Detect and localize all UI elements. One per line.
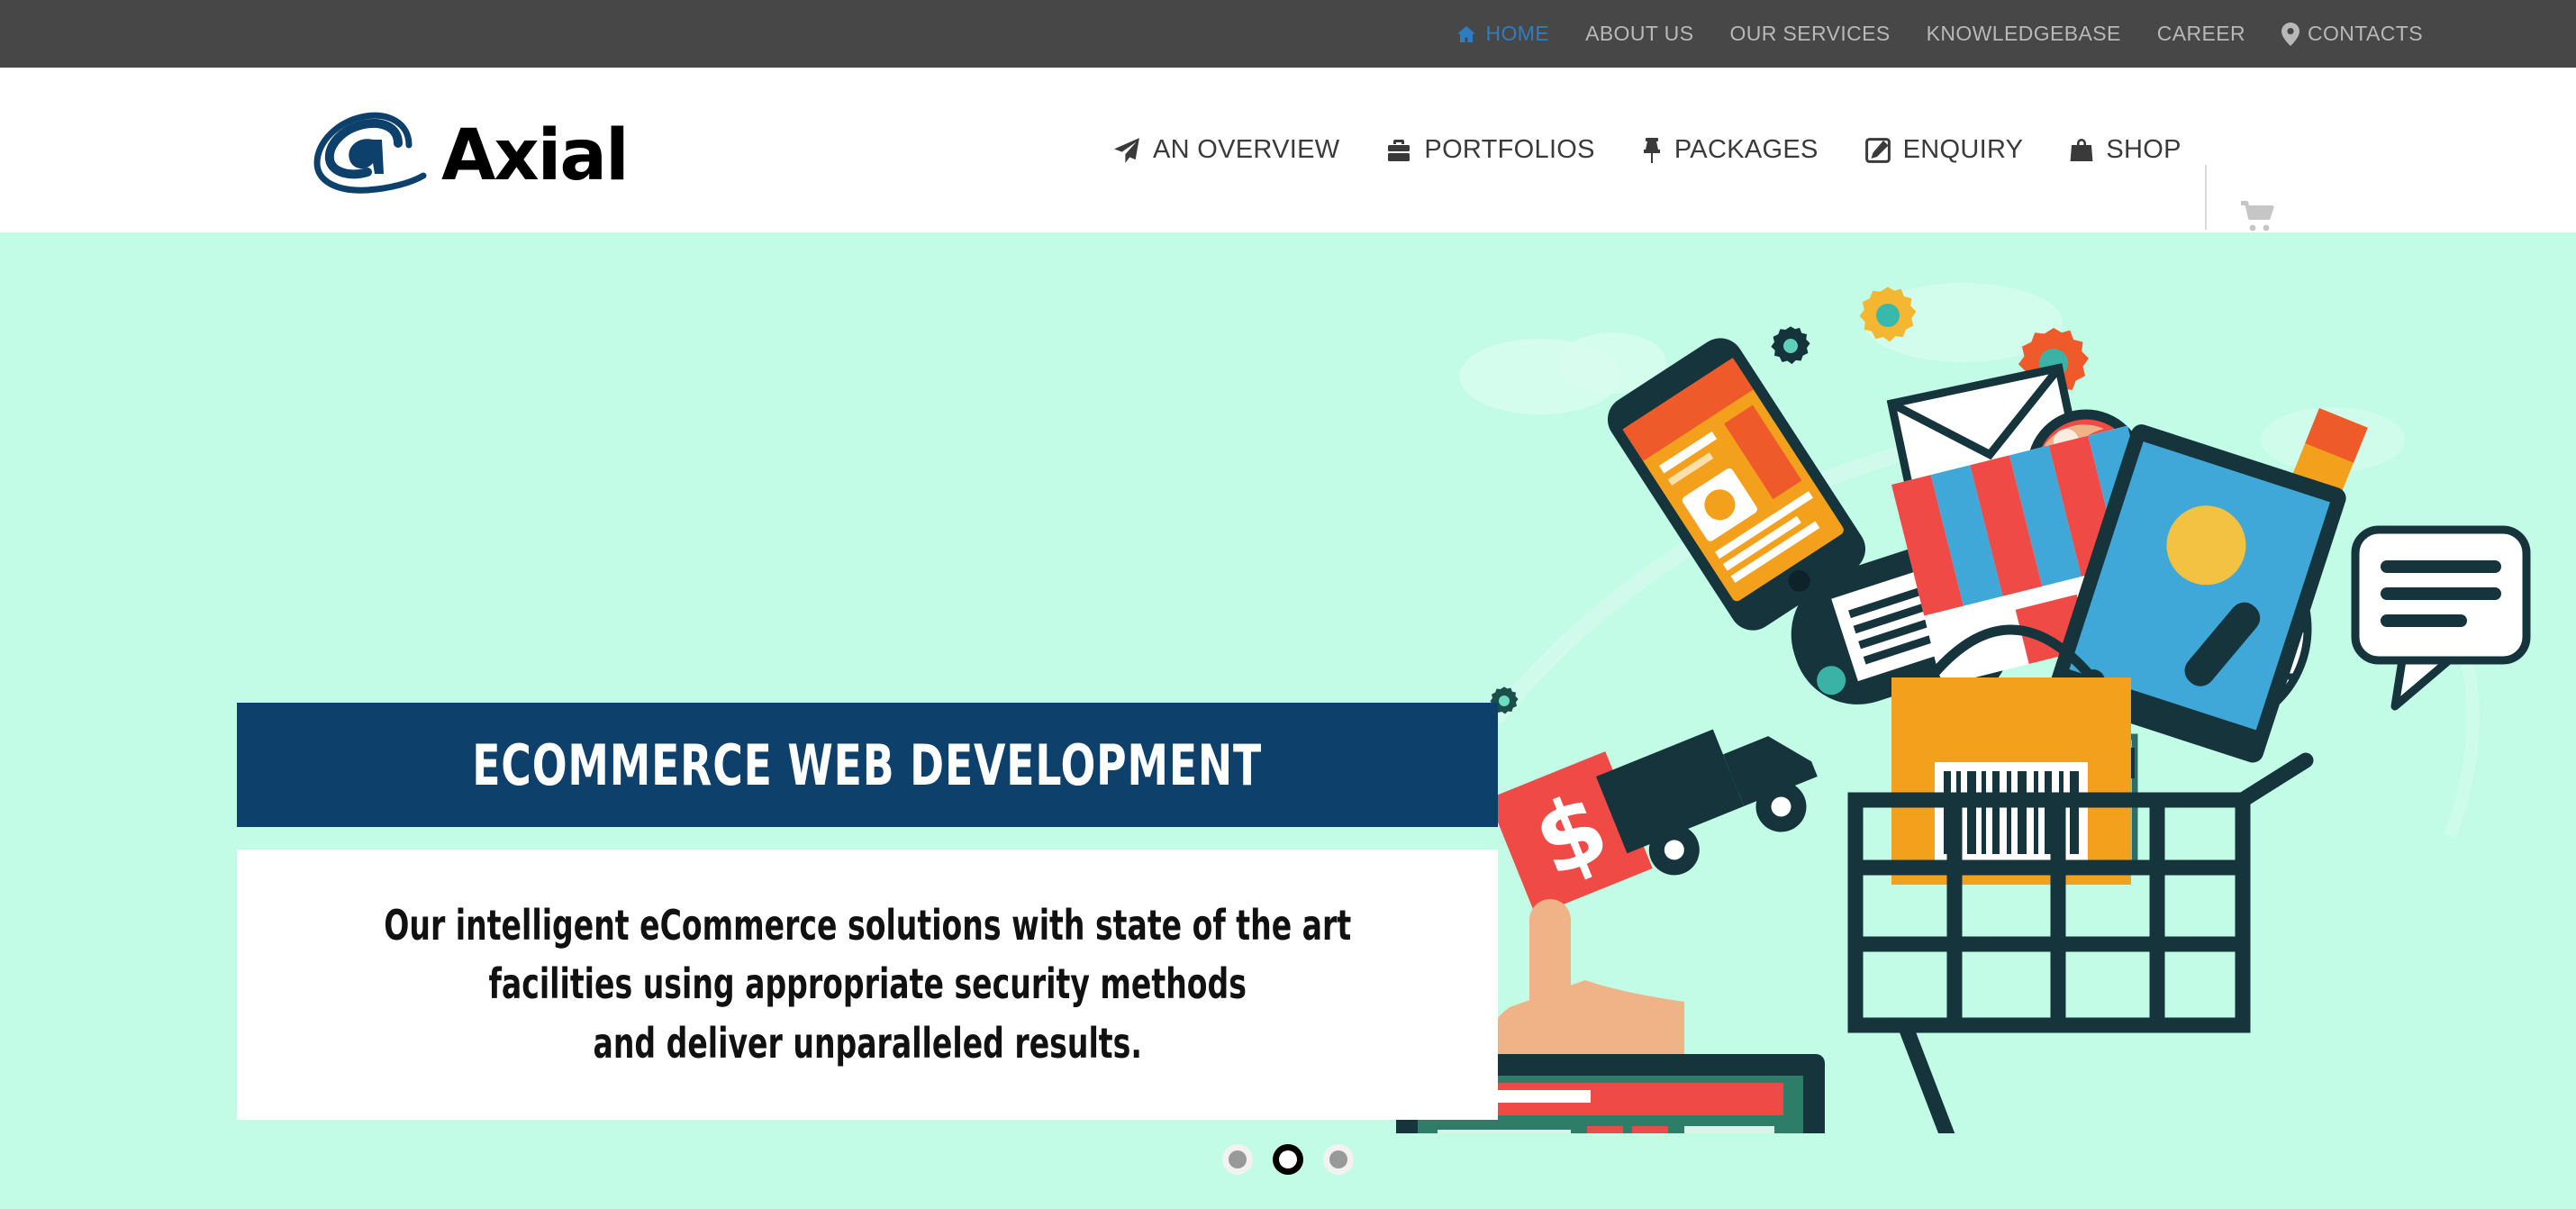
dot-core: [1229, 1150, 1247, 1168]
topnav-item-our-services[interactable]: OUR SERVICES: [1711, 0, 1908, 68]
carousel-dot-2[interactable]: [1273, 1144, 1303, 1175]
topnav-item-home[interactable]: HOME: [1438, 0, 1567, 68]
top-navigation: HOME ABOUT US OUR SERVICES KNOWLEDGEBASE…: [1438, 0, 2576, 68]
topnav-label: CONTACTS: [2308, 22, 2423, 45]
topnav-item-about-us[interactable]: ABOUT US: [1567, 0, 1711, 68]
topnav-item-knowledgebase[interactable]: KNOWLEDGEBASE: [1909, 0, 2139, 68]
logo-wordmark: Axial: [441, 115, 630, 196]
topnav-label: ABOUT US: [1585, 22, 1694, 45]
dot-core: [1279, 1150, 1297, 1168]
dot-core: [1329, 1150, 1347, 1168]
shopping-bag-icon: [2070, 137, 2093, 163]
header-divider: [2205, 165, 2207, 230]
nav-label: SHOP: [2106, 135, 2181, 164]
paper-plane-icon: [1113, 137, 1140, 164]
briefcase-icon: [1386, 138, 1411, 163]
nav-label: PACKAGES: [1673, 135, 1819, 164]
nav-item-shop[interactable]: SHOP: [2046, 68, 2204, 232]
carousel-dot-1[interactable]: [1222, 1144, 1253, 1175]
nav-label: ENQUIRY: [1902, 135, 2024, 164]
nav-label: PORTFOLIOS: [1424, 135, 1595, 164]
pen-square-icon: [1864, 137, 1891, 163]
carousel-indicators: [0, 1144, 2576, 1175]
hero-title-text: ECOMMERCE WEB DEVELOPMENT: [472, 732, 1263, 798]
nav-item-enquiry[interactable]: ENQUIRY: [1842, 68, 2047, 232]
topnav-item-career[interactable]: CAREER: [2139, 0, 2263, 68]
at-swoosh-icon: [303, 107, 438, 202]
topnav-label: CAREER: [2156, 22, 2245, 45]
nav-item-an-overview[interactable]: AN OVERVIEW: [1090, 68, 1363, 232]
topnav-label: OUR SERVICES: [1729, 22, 1891, 45]
topnav-label: KNOWLEDGEBASE: [1926, 22, 2121, 45]
site-header: Axial AN OVERVIEW PORTFOLIOS PACKAGES EN…: [0, 68, 2576, 232]
hero-title-banner: ECOMMERCE WEB DEVELOPMENT: [237, 703, 1498, 827]
nav-item-portfolios[interactable]: PORTFOLIOS: [1363, 68, 1618, 232]
nav-label: AN OVERVIEW: [1153, 135, 1340, 164]
thumbtack-icon: [1642, 137, 1662, 164]
top-utility-bar: HOME ABOUT US OUR SERVICES KNOWLEDGEBASE…: [0, 0, 2576, 68]
topnav-item-contacts[interactable]: CONTACTS: [2263, 0, 2441, 68]
site-logo[interactable]: Axial: [303, 111, 630, 197]
hero-body-panel: Our intelligent eCommerce solutions with…: [237, 850, 1498, 1120]
topnav-label: HOME: [1485, 22, 1550, 45]
home-icon: [1456, 23, 1477, 45]
carousel-dot-3[interactable]: [1323, 1144, 1354, 1175]
nav-item-packages[interactable]: PACKAGES: [1619, 68, 1842, 232]
main-navigation: AN OVERVIEW PORTFOLIOS PACKAGES ENQUIRY …: [1090, 68, 2205, 232]
hero-slider: $ ECOMMERCE WEB DEVELOPMENT Our intellig…: [0, 232, 2576, 1209]
ecommerce-illustration: $: [1387, 232, 2576, 1133]
hero-body-text: Our intelligent eCommerce solutions with…: [384, 901, 1351, 1068]
map-marker-icon: [2281, 22, 2299, 46]
